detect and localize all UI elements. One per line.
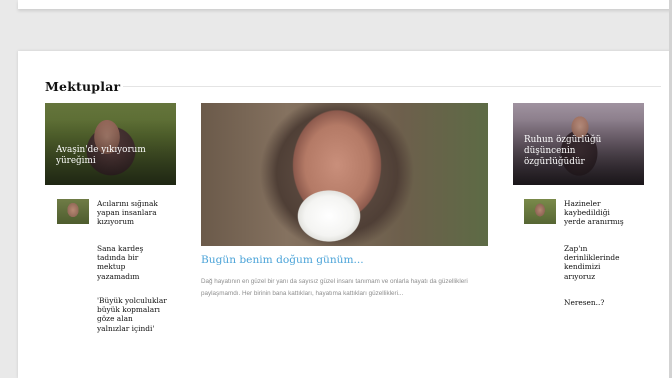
section-divider <box>123 86 661 87</box>
right-list-link-3[interactable]: Neresen..? <box>564 298 630 307</box>
featured-letter-center-title[interactable]: Bugün benim doğum günüm... <box>201 254 364 266</box>
left-list-link-2[interactable]: Sana kardeş tadında bir mektup yazamadım <box>97 244 149 281</box>
featured-letter-left-caption: Avaşin'de yıkıyorum yüreğimi <box>56 145 146 166</box>
list-item-thumbnail <box>524 199 556 224</box>
featured-letter-left[interactable]: Avaşin'de yıkıyorum yüreğimi <box>45 103 176 185</box>
previous-card-bottom <box>18 0 672 9</box>
featured-letter-right-caption: Ruhun özgürlüğü düşüncenin özgürlüğüdür <box>524 135 602 167</box>
left-list-link-1[interactable]: Acılarını sığınak yapan insanlara kızıyo… <box>97 199 163 227</box>
featured-letter-center-image[interactable] <box>201 103 488 246</box>
featured-letter-right[interactable]: Ruhun özgürlüğü düşüncenin özgürlüğüdür <box>513 103 644 185</box>
list-item-thumbnail <box>57 199 89 224</box>
left-list-link-3[interactable]: 'Büyük yolculuklar büyük kopmaları göze … <box>97 296 167 333</box>
section-header: Mektuplar <box>45 78 661 98</box>
featured-letter-center-excerpt: Dağ hayatının en güzel bir yanı da sayıs… <box>201 278 468 297</box>
letters-section-card: Mektuplar Avaşin'de yıkıyorum yüreğimi B… <box>18 51 672 378</box>
section-title: Mektuplar <box>45 79 121 94</box>
right-list-link-1[interactable]: Hazineler kaybedildiği yerde aranırmış <box>564 199 630 227</box>
right-list-link-2[interactable]: Zap'ın derinliklerinde kendimizi arıyoru… <box>564 244 630 281</box>
